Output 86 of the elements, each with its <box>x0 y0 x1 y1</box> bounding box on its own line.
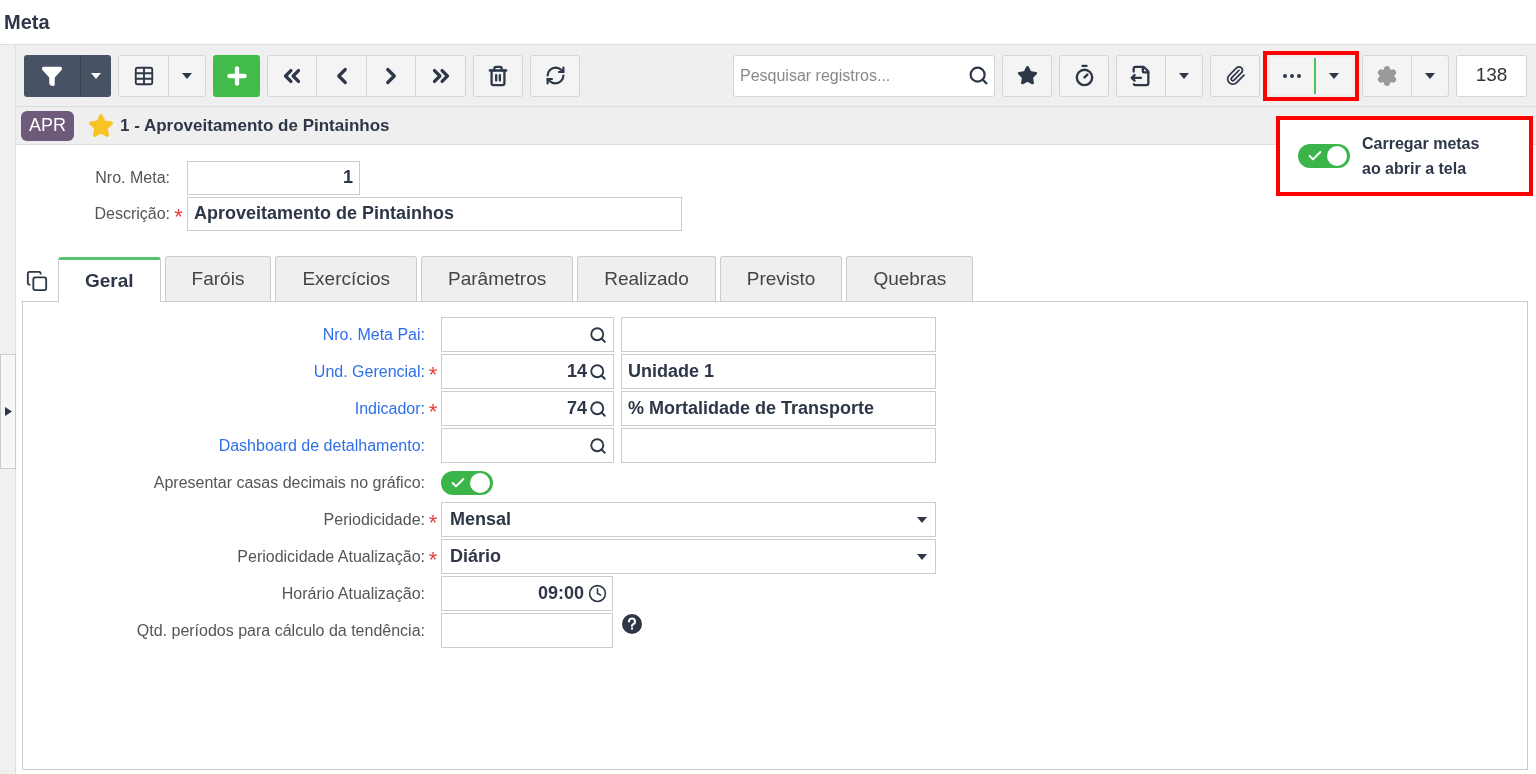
description-field: % Mortalidade de Transporte <box>621 391 936 426</box>
sidebar-expand-handle[interactable] <box>0 354 16 469</box>
tab[interactable]: Previsto <box>719 256 843 301</box>
grid-view-button[interactable] <box>118 54 169 97</box>
field-label: Periodicidade: <box>322 509 425 530</box>
field-label: Indicador: <box>353 398 425 419</box>
export-button[interactable] <box>1116 54 1166 97</box>
refresh-icon <box>544 65 566 86</box>
required-asterisk: * <box>427 545 439 571</box>
search-field[interactable]: Pesquisar registros... <box>733 54 995 97</box>
lookup-field[interactable] <box>441 317 614 352</box>
record-badge: APR <box>21 110 74 141</box>
required-asterisk: * <box>427 397 439 423</box>
field-label: Descrição: <box>93 203 170 224</box>
paperclip-icon <box>1224 65 1246 86</box>
help-icon[interactable] <box>622 614 642 634</box>
tab[interactable]: Parâmetros <box>421 256 574 301</box>
previous-record-button[interactable] <box>317 54 367 97</box>
tab[interactable]: Quebras <box>846 256 974 301</box>
last-record-button[interactable] <box>416 54 466 97</box>
required-asterisk: * <box>427 360 439 386</box>
trash-icon <box>487 64 509 87</box>
field-label: Qtd. períodos para cálculo da tendência: <box>135 620 425 641</box>
required-asterisk: * <box>427 508 439 534</box>
input-field[interactable]: Aproveitamento de Pintainhos <box>187 196 682 231</box>
favorite-star-icon[interactable] <box>88 112 114 139</box>
caret-icon <box>1329 72 1339 79</box>
favorite-button[interactable] <box>1002 54 1052 97</box>
lookup-field[interactable] <box>441 428 614 463</box>
caret-icon <box>917 516 927 523</box>
toggle-label: Carregar metas ao abrir a tela <box>1362 134 1481 179</box>
more-options-dropdown-button[interactable] <box>1316 57 1352 94</box>
table-icon <box>132 64 155 87</box>
caret-icon <box>91 72 101 79</box>
next-record-button[interactable] <box>367 54 416 97</box>
toggle-switch[interactable] <box>441 470 493 495</box>
tab[interactable]: Realizado <box>577 256 716 301</box>
filter-dropdown-button[interactable] <box>80 54 111 97</box>
field-label: Horário Atualização: <box>280 583 425 604</box>
search-icon <box>589 436 607 455</box>
caret-icon <box>182 72 192 79</box>
lookup-field[interactable]: 14 <box>441 354 614 389</box>
timer-button[interactable] <box>1059 54 1109 97</box>
field-label: Apresentar casas decimais no gráfico: <box>152 472 425 493</box>
tab[interactable]: Faróis <box>164 256 272 301</box>
field-label: Periodicidade Atualização: <box>236 546 425 567</box>
first-record-button[interactable] <box>267 54 317 97</box>
field-label: Nro. Meta Pai: <box>321 324 425 345</box>
select-field[interactable]: Mensal <box>441 502 936 537</box>
field-label: Nro. Meta: <box>94 167 170 188</box>
tab[interactable]: Exercícios <box>275 256 418 301</box>
star-icon <box>1016 65 1038 86</box>
filter-icon <box>41 64 63 87</box>
input-field[interactable] <box>441 613 613 648</box>
search-icon <box>589 362 607 381</box>
copy-icon[interactable] <box>26 270 48 292</box>
record-title: 1 - Aproveitamento de Pintainhos <box>120 114 390 137</box>
filter-button[interactable] <box>24 54 80 97</box>
search-icon <box>968 64 989 86</box>
ellipsis-icon <box>1283 73 1301 78</box>
attachment-button[interactable] <box>1210 54 1260 97</box>
gear-icon <box>1376 64 1398 87</box>
more-options-button[interactable] <box>1270 57 1316 94</box>
select-field[interactable]: Diário <box>441 539 936 574</box>
tab[interactable]: Geral <box>58 257 161 302</box>
caret-icon <box>917 553 927 560</box>
input-field[interactable]: 1 <box>187 160 360 195</box>
required-asterisk: * <box>173 202 184 228</box>
search-icon <box>589 325 607 344</box>
field-label: Dashboard de detalhamento: <box>217 435 425 456</box>
record-count: 138 <box>1456 54 1527 97</box>
expand-arrow-icon <box>4 407 12 416</box>
file-export-icon <box>1130 64 1152 87</box>
settings-button[interactable] <box>1362 54 1412 97</box>
time-field[interactable]: 09:00 <box>441 576 613 611</box>
delete-button[interactable] <box>473 54 523 97</box>
toggle-switch[interactable] <box>1298 144 1350 168</box>
refresh-button[interactable] <box>530 54 580 97</box>
field-label: Und. Gerencial: <box>312 361 425 382</box>
page-title: Meta <box>4 10 50 35</box>
description-field: Unidade 1 <box>621 354 936 389</box>
search-icon <box>589 399 607 418</box>
caret-icon <box>1179 72 1189 79</box>
clock-icon <box>588 584 607 603</box>
caret-icon <box>1425 72 1435 79</box>
lookup-field[interactable]: 74 <box>441 391 614 426</box>
